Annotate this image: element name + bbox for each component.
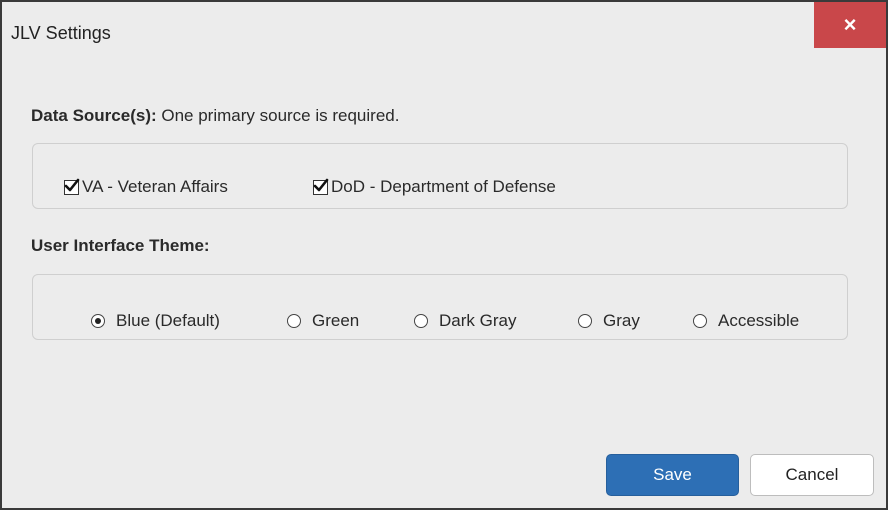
data-source-label-bold: Data Source(s): [31, 106, 157, 125]
save-button[interactable]: Save [606, 454, 739, 496]
radio-circle-icon[interactable] [693, 314, 707, 328]
theme-radio-gray[interactable]: Gray [578, 311, 640, 331]
cancel-button[interactable]: Cancel [750, 454, 874, 496]
theme-radio-dark-gray[interactable]: Dark Gray [414, 311, 516, 331]
theme-radio-green-label: Green [312, 311, 360, 330]
theme-radio-accessible-label: Accessible [718, 311, 800, 330]
theme-group: Blue (Default) Green Dark Gray Gray Acce… [32, 274, 848, 340]
dialog-title: JLV Settings [11, 23, 111, 43]
dialog-titlebar: JLV Settings × [2, 2, 886, 65]
dod-checkbox-label: DoD - Department of Defense [331, 177, 556, 196]
theme-radio-blue[interactable]: Blue (Default) [91, 311, 220, 331]
theme-radio-blue-label: Blue (Default) [116, 311, 220, 330]
va-checkbox[interactable]: VA - Veteran Affairs [64, 177, 228, 197]
va-checkbox-label: VA - Veteran Affairs [82, 177, 228, 196]
checkmark-icon [64, 178, 80, 191]
settings-dialog: JLV Settings × Data Source(s): One prima… [0, 0, 888, 510]
radio-dot-icon[interactable] [91, 314, 105, 328]
radio-circle-icon[interactable] [287, 314, 301, 328]
theme-radio-accessible[interactable]: Accessible [693, 311, 799, 331]
theme-radio-dark-gray-label: Dark Gray [439, 311, 517, 330]
close-button[interactable]: × [814, 2, 886, 48]
checkmark-icon [313, 178, 329, 191]
theme-label-text: User Interface Theme: [31, 236, 210, 255]
theme-radio-gray-label: Gray [603, 311, 640, 330]
dod-checkbox[interactable]: DoD - Department of Defense [313, 177, 556, 197]
theme-radio-green[interactable]: Green [287, 311, 359, 331]
dod-checkbox-box[interactable] [313, 178, 329, 195]
data-source-label-hint: One primary source is required. [156, 106, 400, 125]
radio-circle-icon[interactable] [414, 314, 428, 328]
close-icon: × [843, 12, 857, 37]
theme-label: User Interface Theme: [31, 236, 210, 256]
radio-circle-icon[interactable] [578, 314, 592, 328]
data-source-group: VA - Veteran Affairs DoD - Department of… [32, 143, 848, 209]
data-source-label: Data Source(s): One primary source is re… [31, 106, 399, 126]
va-checkbox-box[interactable] [64, 178, 80, 195]
